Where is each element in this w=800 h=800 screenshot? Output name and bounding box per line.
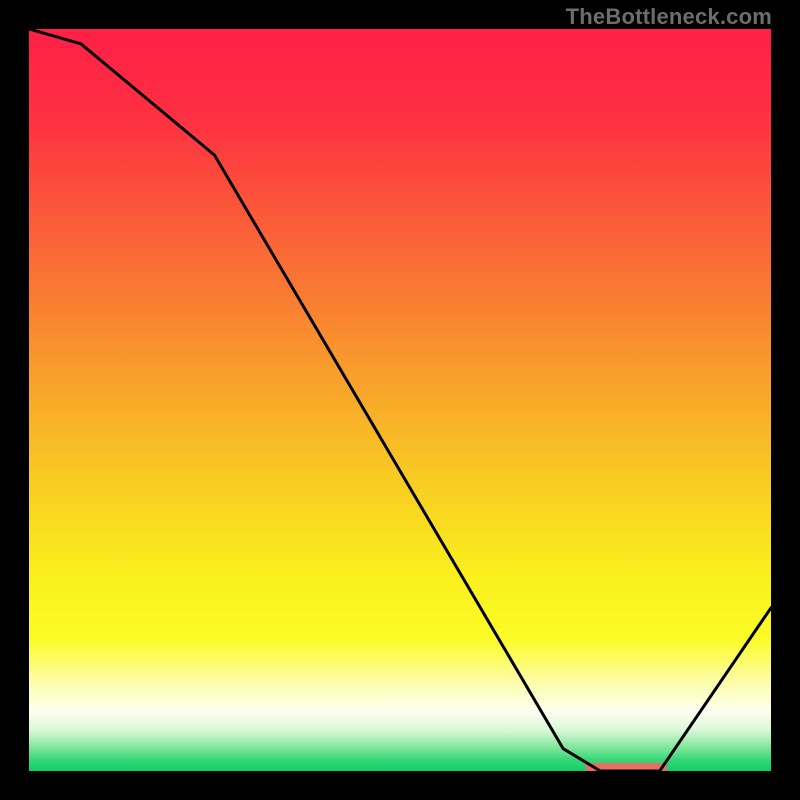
gradient-rect <box>29 29 771 771</box>
chart-svg <box>29 29 771 771</box>
watermark-text: TheBottleneck.com <box>566 4 772 30</box>
chart-stage: TheBottleneck.com <box>0 0 800 800</box>
plot-area <box>29 29 771 771</box>
